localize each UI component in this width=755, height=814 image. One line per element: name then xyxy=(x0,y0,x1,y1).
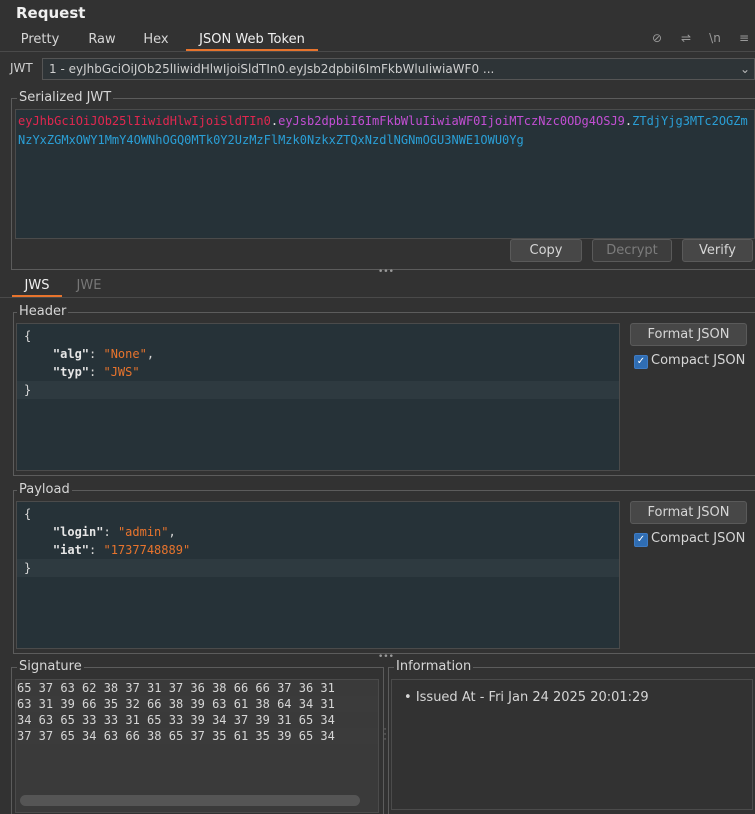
header-compact-json-checkbox[interactable]: ✓ xyxy=(634,355,648,369)
header-compact-json-label: Compact JSON xyxy=(651,353,746,368)
jwt-payload-part: eyJsb2dpbiI6ImFkbWluIiwiaWF0IjoiMTczNzc0… xyxy=(278,114,625,128)
tab-divider xyxy=(0,51,755,52)
json-line: { xyxy=(24,329,32,343)
information-panel: • Issued At - Fri Jan 24 2025 20:01:29 xyxy=(391,679,753,810)
hex-row: 37 37 65 34 63 66 38 65 37 35 61 35 39 6… xyxy=(16,728,378,744)
jwt-select[interactable]: 1 - eyJhbGciOiJOb25lIiwidHlwIjoiSldTIn0.… xyxy=(42,58,755,80)
tab-hex[interactable]: Hex xyxy=(134,28,178,51)
json-line: { xyxy=(24,507,32,521)
horizontal-scrollbar[interactable] xyxy=(20,795,360,806)
header-format-json-button[interactable]: Format JSON xyxy=(630,323,747,346)
jwt-select-value: 1 - eyJhbGciOiJOb25lIiwidHlwIjoiSldTIn0.… xyxy=(49,62,495,76)
header-legend: Header xyxy=(17,304,69,319)
bullet-icon: • xyxy=(404,690,412,705)
json-line-current: } xyxy=(17,559,619,577)
payload-json-editor[interactable]: { "login": "admin", "iat": "1737748889" … xyxy=(16,501,620,649)
json-line: "typ": "JWS" xyxy=(52,365,140,379)
verify-button[interactable]: Verify xyxy=(682,239,753,262)
header-json-editor[interactable]: { "alg": "None", "typ": "JWS" } xyxy=(16,323,620,471)
hex-row: 65 37 63 62 38 37 31 37 36 38 66 66 37 3… xyxy=(17,681,335,695)
serialized-jwt-legend: Serialized JWT xyxy=(17,90,114,105)
eye-slash-icon[interactable]: ⊘ xyxy=(647,29,667,47)
newline-icon[interactable]: \n xyxy=(705,29,725,47)
wrap-icon[interactable]: ⇌ xyxy=(676,29,696,47)
panel-title: Request xyxy=(16,4,86,22)
json-line-current: } xyxy=(17,381,619,399)
payload-compact-json-label: Compact JSON xyxy=(651,531,746,546)
issued-at-text: Issued At - Fri Jan 24 2025 20:01:29 xyxy=(415,690,649,705)
tab-jwe[interactable]: JWE xyxy=(64,276,114,297)
signature-legend: Signature xyxy=(17,659,84,674)
json-line: "alg": "None", xyxy=(52,347,155,361)
json-line: "login": "admin", xyxy=(52,525,176,539)
jwt-label: JWT xyxy=(10,61,33,75)
signature-hex-view[interactable]: 65 37 63 62 38 37 31 37 36 38 66 66 37 3… xyxy=(15,679,379,813)
information-item: • Issued At - Fri Jan 24 2025 20:01:29 xyxy=(404,690,649,705)
tab-pretty[interactable]: Pretty xyxy=(12,28,68,51)
payload-compact-json-checkbox[interactable]: ✓ xyxy=(634,533,648,547)
hex-row: 34 63 65 33 33 31 65 33 39 34 37 39 31 6… xyxy=(17,713,335,727)
copy-button[interactable]: Copy xyxy=(510,239,582,262)
jwt-header-part: eyJhbGciOiJOb25lIiwidHlwIjoiSldTIn0 xyxy=(18,114,271,128)
information-legend: Information xyxy=(394,659,474,674)
payload-format-json-button[interactable]: Format JSON xyxy=(630,501,747,524)
subtab-divider xyxy=(0,297,755,298)
tab-jws[interactable]: JWS xyxy=(12,276,62,297)
tab-json-web-token[interactable]: JSON Web Token xyxy=(186,28,318,51)
payload-legend: Payload xyxy=(17,482,72,497)
decrypt-button[interactable]: Decrypt xyxy=(592,239,672,262)
serialized-jwt-editor[interactable]: eyJhbGciOiJOb25lIiwidHlwIjoiSldTIn0.eyJs… xyxy=(15,109,755,239)
splitter-handle[interactable]: ••• xyxy=(378,268,394,277)
chevron-down-icon: ⌄ xyxy=(739,62,750,76)
splitter-handle[interactable]: ••• xyxy=(378,653,394,662)
hex-row: 63 31 39 66 35 32 66 38 39 63 61 38 64 3… xyxy=(16,696,378,712)
json-line: "iat": "1737748889" xyxy=(52,543,191,557)
tab-raw[interactable]: Raw xyxy=(80,28,124,51)
menu-icon[interactable]: ≡ xyxy=(734,29,754,47)
